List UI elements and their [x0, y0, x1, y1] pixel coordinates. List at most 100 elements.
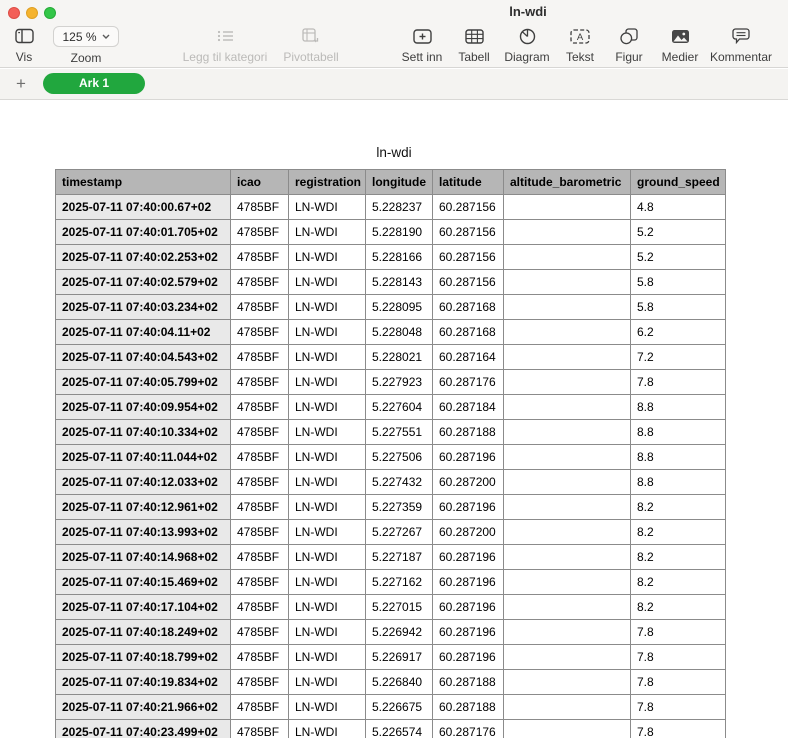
cell-longitude[interactable]: 5.227506 [366, 445, 433, 470]
close-window-button[interactable] [8, 7, 20, 19]
cell-timestamp[interactable]: 2025-07-11 07:40:19.834+02 [56, 670, 231, 695]
cell-ground_speed[interactable]: 7.8 [631, 620, 726, 645]
header-cell-longitude[interactable]: longitude [366, 170, 433, 195]
cell-timestamp[interactable]: 2025-07-11 07:40:23.499+02 [56, 720, 231, 738]
cell-registration[interactable]: LN-WDI [289, 545, 366, 570]
cell-timestamp[interactable]: 2025-07-11 07:40:17.104+02 [56, 595, 231, 620]
cell-longitude[interactable]: 5.227604 [366, 395, 433, 420]
cell-timestamp[interactable]: 2025-07-11 07:40:21.966+02 [56, 695, 231, 720]
cell-timestamp[interactable]: 2025-07-11 07:40:02.253+02 [56, 245, 231, 270]
cell-longitude[interactable]: 5.228048 [366, 320, 433, 345]
cell-longitude[interactable]: 5.227187 [366, 545, 433, 570]
cell-latitude[interactable]: 60.287196 [433, 595, 504, 620]
cell-altitude_barometric[interactable] [504, 520, 631, 545]
cell-registration[interactable]: LN-WDI [289, 595, 366, 620]
cell-longitude[interactable]: 5.228166 [366, 245, 433, 270]
cell-icao[interactable]: 4785BF [231, 320, 289, 345]
cell-longitude[interactable]: 5.226675 [366, 695, 433, 720]
cell-icao[interactable]: 4785BF [231, 270, 289, 295]
cell-ground_speed[interactable]: 8.2 [631, 495, 726, 520]
cell-longitude[interactable]: 5.228021 [366, 345, 433, 370]
cell-icao[interactable]: 4785BF [231, 720, 289, 738]
table-title[interactable]: ln-wdi [0, 145, 788, 160]
cell-latitude[interactable]: 60.287156 [433, 220, 504, 245]
cell-timestamp[interactable]: 2025-07-11 07:40:00.67+02 [56, 195, 231, 220]
cell-icao[interactable]: 4785BF [231, 445, 289, 470]
cell-registration[interactable]: LN-WDI [289, 195, 366, 220]
cell-registration[interactable]: LN-WDI [289, 420, 366, 445]
cell-ground_speed[interactable]: 7.2 [631, 345, 726, 370]
cell-icao[interactable]: 4785BF [231, 545, 289, 570]
cell-altitude_barometric[interactable] [504, 545, 631, 570]
cell-longitude[interactable]: 5.226942 [366, 620, 433, 645]
cell-ground_speed[interactable]: 7.8 [631, 695, 726, 720]
cell-timestamp[interactable]: 2025-07-11 07:40:02.579+02 [56, 270, 231, 295]
cell-ground_speed[interactable]: 8.8 [631, 420, 726, 445]
cell-altitude_barometric[interactable] [504, 670, 631, 695]
header-cell-altitude_barometric[interactable]: altitude_barometric [504, 170, 631, 195]
cell-ground_speed[interactable]: 8.2 [631, 595, 726, 620]
cell-registration[interactable]: LN-WDI [289, 245, 366, 270]
cell-latitude[interactable]: 60.287176 [433, 370, 504, 395]
cell-ground_speed[interactable]: 5.2 [631, 245, 726, 270]
cell-registration[interactable]: LN-WDI [289, 370, 366, 395]
cell-icao[interactable]: 4785BF [231, 495, 289, 520]
cell-icao[interactable]: 4785BF [231, 520, 289, 545]
cell-ground_speed[interactable]: 5.8 [631, 295, 726, 320]
cell-ground_speed[interactable]: 5.8 [631, 270, 726, 295]
cell-registration[interactable]: LN-WDI [289, 270, 366, 295]
add-sheet-button[interactable]: + [11, 74, 31, 94]
cell-registration[interactable]: LN-WDI [289, 320, 366, 345]
toolbar-button-comment[interactable]: Kommentar [701, 26, 781, 64]
cell-ground_speed[interactable]: 7.8 [631, 370, 726, 395]
cell-icao[interactable]: 4785BF [231, 195, 289, 220]
cell-icao[interactable]: 4785BF [231, 470, 289, 495]
cell-timestamp[interactable]: 2025-07-11 07:40:05.799+02 [56, 370, 231, 395]
cell-icao[interactable]: 4785BF [231, 595, 289, 620]
cell-latitude[interactable]: 60.287176 [433, 720, 504, 738]
cell-altitude_barometric[interactable] [504, 370, 631, 395]
cell-ground_speed[interactable]: 7.8 [631, 645, 726, 670]
cell-timestamp[interactable]: 2025-07-11 07:40:14.968+02 [56, 545, 231, 570]
cell-registration[interactable]: LN-WDI [289, 570, 366, 595]
cell-ground_speed[interactable]: 6.2 [631, 320, 726, 345]
cell-latitude[interactable]: 60.287168 [433, 320, 504, 345]
cell-ground_speed[interactable]: 7.8 [631, 670, 726, 695]
cell-longitude[interactable]: 5.228095 [366, 295, 433, 320]
cell-icao[interactable]: 4785BF [231, 695, 289, 720]
cell-latitude[interactable]: 60.287200 [433, 520, 504, 545]
cell-altitude_barometric[interactable] [504, 445, 631, 470]
cell-altitude_barometric[interactable] [504, 470, 631, 495]
fullscreen-window-button[interactable] [44, 7, 56, 19]
cell-longitude[interactable]: 5.226574 [366, 720, 433, 738]
cell-icao[interactable]: 4785BF [231, 645, 289, 670]
cell-ground_speed[interactable]: 8.8 [631, 445, 726, 470]
cell-altitude_barometric[interactable] [504, 695, 631, 720]
sheet-canvas[interactable]: ln-wdi timestampicaoregistrationlongitud… [0, 101, 788, 738]
cell-latitude[interactable]: 60.287156 [433, 270, 504, 295]
cell-timestamp[interactable]: 2025-07-11 07:40:15.469+02 [56, 570, 231, 595]
cell-icao[interactable]: 4785BF [231, 220, 289, 245]
cell-longitude[interactable]: 5.227162 [366, 570, 433, 595]
toolbar-button-insert[interactable]: Sett inn [392, 26, 452, 64]
cell-icao[interactable]: 4785BF [231, 245, 289, 270]
cell-timestamp[interactable]: 2025-07-11 07:40:12.033+02 [56, 470, 231, 495]
cell-longitude[interactable]: 5.228190 [366, 220, 433, 245]
cell-registration[interactable]: LN-WDI [289, 345, 366, 370]
cell-altitude_barometric[interactable] [504, 195, 631, 220]
cell-ground_speed[interactable]: 8.2 [631, 545, 726, 570]
cell-ground_speed[interactable]: 7.8 [631, 720, 726, 738]
cell-timestamp[interactable]: 2025-07-11 07:40:10.334+02 [56, 420, 231, 445]
cell-registration[interactable]: LN-WDI [289, 395, 366, 420]
cell-altitude_barometric[interactable] [504, 620, 631, 645]
header-cell-timestamp[interactable]: timestamp [56, 170, 231, 195]
cell-icao[interactable]: 4785BF [231, 345, 289, 370]
zoom-dropdown[interactable]: 125 % [53, 26, 119, 47]
cell-registration[interactable]: LN-WDI [289, 645, 366, 670]
cell-latitude[interactable]: 60.287156 [433, 195, 504, 220]
cell-latitude[interactable]: 60.287196 [433, 645, 504, 670]
cell-latitude[interactable]: 60.287188 [433, 670, 504, 695]
cell-timestamp[interactable]: 2025-07-11 07:40:12.961+02 [56, 495, 231, 520]
cell-longitude[interactable]: 5.227551 [366, 420, 433, 445]
cell-icao[interactable]: 4785BF [231, 420, 289, 445]
